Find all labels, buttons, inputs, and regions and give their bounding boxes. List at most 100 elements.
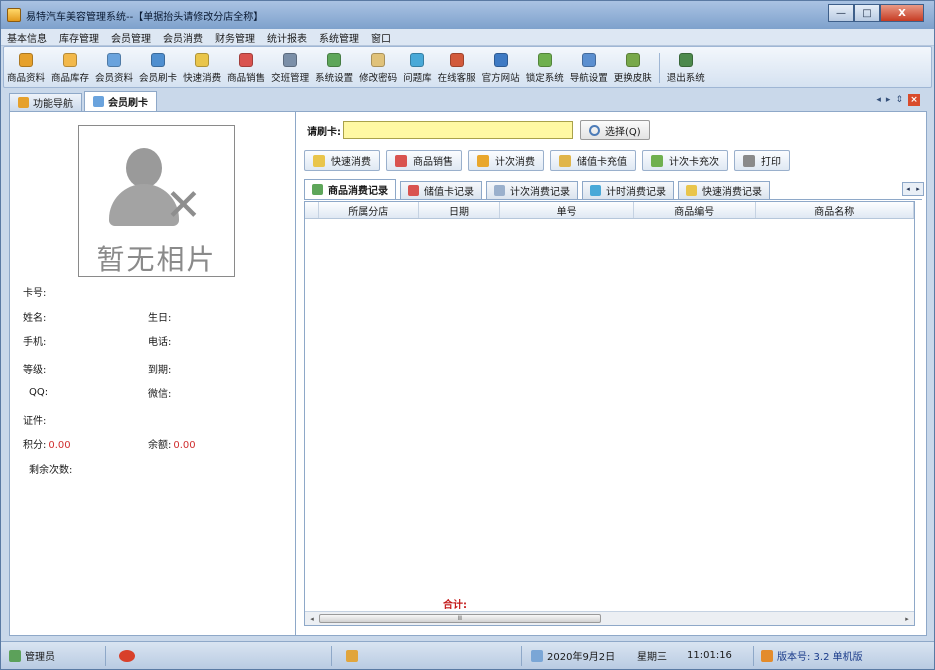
member-card-page: ✕ 暂无相片 卡号: 姓名: 生日: 手机: 电话: 等级: 到期: QQ: 微… bbox=[9, 111, 927, 636]
quick-icon bbox=[195, 53, 210, 67]
timer-record-icon bbox=[590, 185, 601, 196]
toolbar-button-label: 商品销售 bbox=[227, 73, 266, 84]
status-date-label: 2020年9月2日 bbox=[547, 652, 616, 663]
goods-icon bbox=[19, 53, 33, 67]
toolbar-button-label: 商品库存 bbox=[51, 73, 90, 84]
record-tab-label: 计时消费记录 bbox=[606, 187, 666, 198]
column-header[interactable]: 商品名称 bbox=[756, 202, 914, 218]
close-button[interactable]: X bbox=[880, 4, 924, 22]
column-header[interactable]: 日期 bbox=[419, 202, 501, 218]
status-separator bbox=[753, 646, 754, 666]
id-card-label: 证件: bbox=[23, 416, 47, 427]
settings-icon bbox=[327, 53, 342, 67]
count-consume-button[interactable]: 计次消费 bbox=[468, 150, 544, 171]
toolbar-button[interactable]: 商品资料 bbox=[4, 53, 48, 87]
menu-item[interactable]: 基本信息 bbox=[7, 30, 47, 45]
tab-prev-icon[interactable]: ◂ bbox=[876, 95, 881, 105]
toolbar-button-label: 更换皮肤 bbox=[613, 73, 652, 84]
remaining-times-label: 剩余次数: bbox=[29, 465, 73, 476]
quick-consume-button[interactable]: 快速消费 bbox=[304, 150, 380, 171]
tab-close-icon[interactable]: × bbox=[908, 94, 920, 106]
record-tab-prev-icon[interactable]: ◂ bbox=[906, 185, 910, 193]
scroll-right-icon[interactable]: ▸ bbox=[901, 613, 913, 624]
toolbar-button-label: 在线客服 bbox=[437, 73, 476, 84]
menu-item[interactable]: 库存管理 bbox=[59, 30, 99, 45]
toolbar-button[interactable]: 交班管理 bbox=[268, 53, 312, 87]
record-tab-next-icon[interactable]: ▸ bbox=[916, 185, 920, 193]
menu-item[interactable]: 财务管理 bbox=[215, 30, 255, 45]
window-title: 易特汽车美容管理系统--【单据抬头请修改分店全称】 bbox=[26, 11, 264, 23]
record-tab[interactable]: 计时消费记录 bbox=[582, 181, 674, 199]
menu-item[interactable]: 窗口 bbox=[371, 30, 391, 45]
count-card-recharge-button[interactable]: 计次卡充次 bbox=[642, 150, 728, 171]
minimize-button[interactable]: — bbox=[828, 4, 854, 22]
record-tab-label: 计次消费记录 bbox=[510, 187, 570, 198]
tab-function-nav[interactable]: 功能导航 bbox=[9, 93, 82, 111]
mobile-label: 手机: bbox=[23, 337, 47, 348]
exit-icon bbox=[678, 53, 693, 67]
record-tab[interactable]: 储值卡记录 bbox=[400, 181, 482, 199]
card-swipe-input[interactable] bbox=[343, 121, 573, 139]
record-tab[interactable]: 计次消费记录 bbox=[486, 181, 578, 199]
scroll-thumb[interactable]: Ⅲ bbox=[319, 614, 601, 623]
record-tabs: 商品消费记录 储值卡记录 计次消费记录 计时消费记录 快速消费记录 bbox=[304, 179, 922, 200]
record-icon bbox=[119, 649, 135, 662]
toolbar-button[interactable]: 修改密码 bbox=[356, 53, 400, 87]
record-tab[interactable]: 商品消费记录 bbox=[304, 179, 396, 199]
status-bar: 管理员 2020年9月2日 星期三 11:01:16 版本号: 3.2 单机版 bbox=[1, 641, 934, 669]
count-card-icon bbox=[651, 154, 663, 167]
no-photo-x-icon: ✕ bbox=[165, 180, 202, 231]
action-label: 储值卡充值 bbox=[577, 157, 627, 168]
column-header[interactable]: 所属分店 bbox=[319, 202, 419, 218]
card-swipe-label: 请刷卡: bbox=[307, 126, 341, 138]
print-icon bbox=[743, 154, 755, 167]
stored-card-recharge-button[interactable]: 储值卡充值 bbox=[550, 150, 636, 171]
toolbar-button[interactable]: 会员资料 bbox=[92, 53, 136, 87]
record-tab-label: 储值卡记录 bbox=[424, 187, 474, 198]
member-photo: ✕ 暂无相片 bbox=[78, 125, 235, 277]
menu-item[interactable]: 系统管理 bbox=[319, 30, 359, 45]
toolbar-button[interactable]: 在线客服 bbox=[435, 53, 479, 87]
status-version: 版本号: 3.2 单机版 bbox=[761, 648, 863, 663]
tab-next-icon[interactable]: ▸ bbox=[886, 95, 891, 105]
toolbar-button[interactable]: 系统设置 bbox=[312, 53, 356, 87]
horizontal-scrollbar[interactable]: ◂ Ⅲ ▸ bbox=[305, 611, 914, 625]
app-logo-icon bbox=[7, 8, 21, 22]
status-separator bbox=[521, 646, 522, 666]
toolbar-button[interactable]: 商品销售 bbox=[224, 53, 268, 87]
stock-icon bbox=[63, 53, 78, 67]
column-header[interactable]: 单号 bbox=[500, 202, 634, 218]
balance-field: 余额: 0.00 bbox=[148, 436, 196, 451]
tab-member-card[interactable]: 会员刷卡 bbox=[84, 91, 157, 111]
action-label: 计次消费 bbox=[495, 157, 535, 168]
maximize-button[interactable]: □ bbox=[854, 4, 880, 22]
menu-item[interactable]: 会员消费 bbox=[163, 30, 203, 45]
toolbar-button[interactable]: 官方网站 bbox=[479, 53, 523, 87]
toolbar-button[interactable]: 导航设置 bbox=[567, 53, 611, 87]
menu-item[interactable]: 会员管理 bbox=[111, 30, 151, 45]
toolbar-button[interactable]: 问题库 bbox=[400, 53, 435, 87]
select-member-button[interactable]: 选择(Q) bbox=[580, 120, 650, 140]
toolbar-button-label: 官方网站 bbox=[481, 73, 520, 84]
record-tab-scroller[interactable]: ◂ ▸ bbox=[902, 182, 924, 196]
goods-record-icon bbox=[312, 184, 323, 195]
column-header[interactable]: 商品编号 bbox=[634, 202, 756, 218]
record-tab[interactable]: 快速消费记录 bbox=[678, 181, 770, 199]
tab-pin-icon[interactable]: ⇕ bbox=[895, 95, 903, 105]
menu-item[interactable]: 统计报表 bbox=[267, 30, 307, 45]
print-button[interactable]: 打印 bbox=[734, 150, 790, 171]
version-icon bbox=[761, 649, 773, 662]
toolbar-button[interactable]: 更换皮肤 bbox=[611, 53, 655, 87]
toolbar-button[interactable]: 快速消费 bbox=[180, 53, 224, 87]
toolbar-button[interactable]: 锁定系统 bbox=[523, 53, 567, 87]
toolbar-button[interactable]: 商品库存 bbox=[48, 53, 92, 87]
card-icon bbox=[151, 53, 166, 67]
skin-icon bbox=[625, 53, 640, 67]
toolbar-button[interactable]: 退出系统 bbox=[664, 53, 708, 87]
website-icon bbox=[493, 53, 508, 67]
scroll-left-icon[interactable]: ◂ bbox=[306, 613, 318, 624]
toolbar-button-label: 修改密码 bbox=[359, 73, 398, 84]
count-consume-icon bbox=[477, 154, 489, 167]
goods-sale-button[interactable]: 商品销售 bbox=[386, 150, 462, 171]
toolbar-button[interactable]: 会员刷卡 bbox=[136, 53, 180, 87]
